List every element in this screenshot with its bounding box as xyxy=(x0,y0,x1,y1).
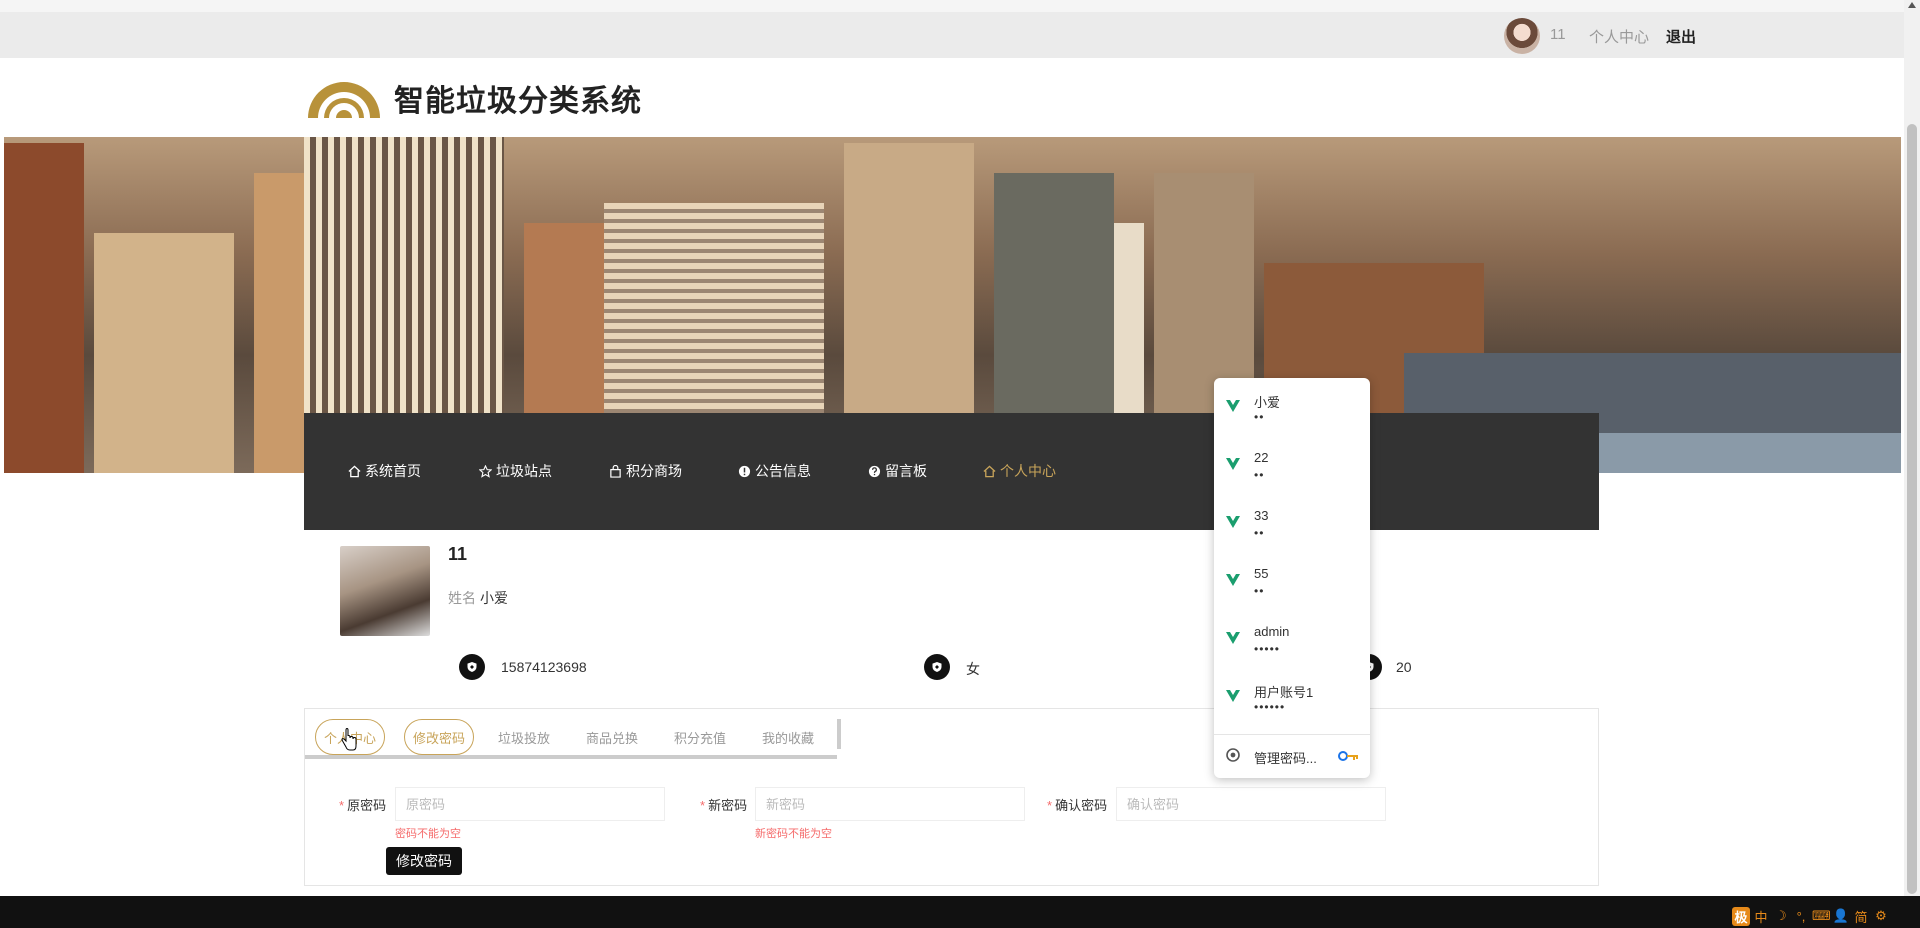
tabs-divider xyxy=(837,719,841,749)
site-title: 智能垃圾分类系统 xyxy=(394,85,642,118)
manage-passwords-link[interactable]: 管理密码... xyxy=(1254,748,1317,767)
nav-label: 积分商场 xyxy=(626,463,682,479)
ime-logo-icon[interactable]: 极 xyxy=(1732,906,1750,926)
nav-item-notice[interactable]: 公告信息 xyxy=(738,461,811,481)
ime-simplified-toggle[interactable]: 简 xyxy=(1852,907,1870,926)
confirm-password-input[interactable] xyxy=(1116,787,1386,821)
saved-password-item[interactable]: 22 •• xyxy=(1214,436,1370,494)
ime-user-icon[interactable]: 👤 xyxy=(1832,908,1850,924)
saved-password-item[interactable]: 55 •• xyxy=(1214,552,1370,610)
tabs-scrollbar[interactable] xyxy=(305,755,837,759)
home-icon xyxy=(983,465,996,477)
nav-label: 留言板 xyxy=(885,463,927,479)
ime-settings-icon[interactable]: ⚙ xyxy=(1872,908,1890,924)
saved-password-item[interactable]: 用户账号1 •••••• xyxy=(1214,668,1370,726)
new-password-label: * 新密码 xyxy=(700,798,748,813)
os-taskbar xyxy=(0,896,1920,928)
key-icon xyxy=(1338,751,1358,761)
top-center-link[interactable]: 个人中心 xyxy=(1589,26,1649,47)
main-nav: 系统首页 垃圾站点 积分商场 公告信息 留言板 个人中心 xyxy=(304,413,1599,530)
tab-recharge[interactable]: 积分充值 xyxy=(665,719,735,755)
site-header: 智能垃圾分类系统 xyxy=(0,58,1904,137)
ime-chinese-toggle[interactable]: 中 xyxy=(1752,907,1770,926)
shield-icon xyxy=(924,654,950,680)
nav-item-personal[interactable]: 个人中心 xyxy=(983,461,1056,481)
profile-gender: 女 xyxy=(966,661,980,677)
profile-account: 11 xyxy=(448,544,468,564)
shield-icon xyxy=(459,654,485,680)
password-key-icon xyxy=(1226,458,1240,470)
dropdown-divider xyxy=(1214,734,1370,735)
page-scrollbar[interactable] xyxy=(1904,0,1920,896)
scrollbar-thumb[interactable] xyxy=(1907,124,1917,894)
confirm-password-label: * 确认密码 xyxy=(1047,798,1108,813)
chrome-icon xyxy=(1226,748,1240,762)
home-icon xyxy=(348,465,361,477)
tab-exchange[interactable]: 商品兑换 xyxy=(577,719,647,755)
profile-avatar xyxy=(340,546,430,636)
password-key-icon xyxy=(1226,690,1240,702)
nav-item-stations[interactable]: 垃圾站点 xyxy=(479,461,552,481)
info-icon xyxy=(738,465,751,477)
profile-section: 11 姓名 小爱 15874123698 女 20 xyxy=(304,530,1599,690)
old-password-label: * 原密码 xyxy=(339,798,387,813)
bag-icon xyxy=(610,464,621,478)
password-card: 个人中心 修改密码 垃圾投放 商品兑换 积分充值 我的收藏 *原密码 密码不能为… xyxy=(304,708,1599,886)
nav-label: 垃圾站点 xyxy=(496,463,552,479)
hand-cursor-icon xyxy=(341,728,357,751)
password-key-icon xyxy=(1226,400,1240,412)
user-avatar[interactable] xyxy=(1504,18,1540,54)
saved-password-item[interactable]: 小爱 •• xyxy=(1214,378,1370,436)
profile-name-label: 姓名 xyxy=(448,590,476,606)
profile-name: 小爱 xyxy=(480,590,508,606)
old-password-error: 密码不能为空 xyxy=(395,828,461,840)
tab-garbage-drop[interactable]: 垃圾投放 xyxy=(489,719,559,755)
star-icon xyxy=(479,464,492,478)
ime-moon-icon[interactable]: ☽ xyxy=(1772,908,1790,924)
saved-password-item[interactable]: 33 •• xyxy=(1214,494,1370,552)
password-key-icon xyxy=(1226,516,1240,528)
old-password-input[interactable] xyxy=(395,787,665,821)
ime-punctuation-icon[interactable]: °, xyxy=(1792,909,1810,924)
password-autofill-dropdown: 小爱 •• 22 •• 33 •• 55 •• admin ••••• 用户账号… xyxy=(1214,378,1370,778)
saved-password-item[interactable]: admin ••••• xyxy=(1214,610,1370,668)
logout-link[interactable]: 退出 xyxy=(1666,26,1696,47)
logo-icon xyxy=(308,82,380,118)
nav-label: 系统首页 xyxy=(365,463,421,479)
scroll-up-icon[interactable] xyxy=(1908,2,1916,8)
ime-keyboard-icon[interactable]: ⌨ xyxy=(1812,908,1831,924)
tab-change-password[interactable]: 修改密码 xyxy=(404,719,474,755)
page-root: 11 个人中心 退出 智能垃圾分类系统 系统首页 垃圾站点 积分商场 公告信息 … xyxy=(0,0,1920,928)
nav-item-home[interactable]: 系统首页 xyxy=(348,461,421,481)
top-username[interactable]: 11 xyxy=(1550,26,1566,43)
top-bar: 11 个人中心 退出 xyxy=(0,0,1904,58)
profile-phone: 15874123698 xyxy=(501,659,587,675)
nav-label: 公告信息 xyxy=(755,463,811,479)
ime-toolbar: 极 中 ☽ °, ⌨ 👤 简 ⚙ xyxy=(1732,906,1890,926)
new-password-input[interactable] xyxy=(755,787,1025,821)
new-password-error: 新密码不能为空 xyxy=(755,828,832,840)
password-key-icon xyxy=(1226,574,1240,586)
nav-item-mall[interactable]: 积分商场 xyxy=(609,461,682,481)
nav-item-board[interactable]: 留言板 xyxy=(868,461,927,481)
password-key-icon xyxy=(1226,632,1240,644)
nav-label: 个人中心 xyxy=(1000,463,1056,479)
tab-favorites[interactable]: 我的收藏 xyxy=(753,719,823,755)
change-password-button[interactable]: 修改密码 xyxy=(386,847,462,875)
question-icon xyxy=(868,465,881,477)
profile-age: 20 xyxy=(1396,659,1412,675)
